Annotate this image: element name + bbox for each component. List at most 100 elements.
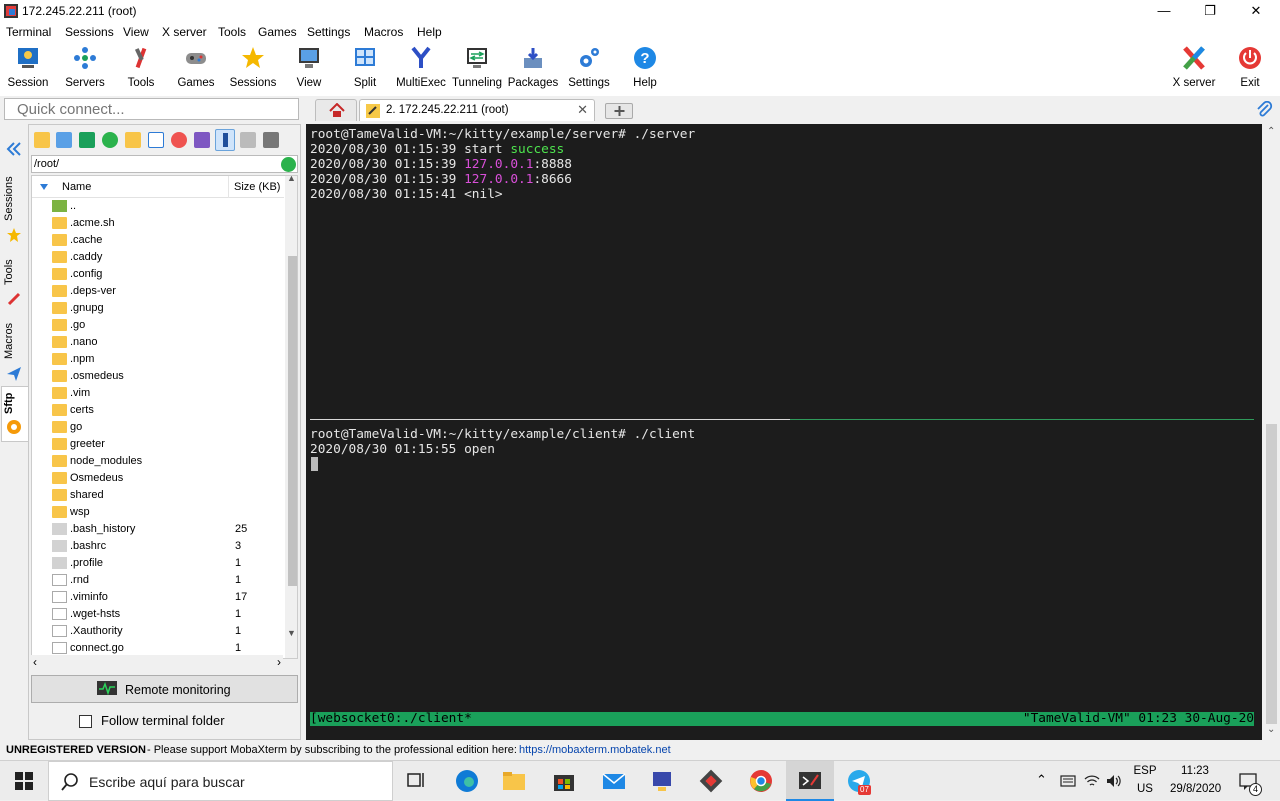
- file-row[interactable]: .profile 1: [32, 555, 284, 572]
- check-icon[interactable]: [281, 157, 296, 172]
- side-tab-tools[interactable]: Tools: [3, 254, 27, 290]
- upload-icon[interactable]: [79, 132, 95, 148]
- mobaxterm-task-active[interactable]: [786, 761, 834, 801]
- chrome-icon[interactable]: [749, 769, 773, 793]
- menu-view[interactable]: View: [123, 25, 149, 39]
- session-button[interactable]: Session: [0, 42, 56, 96]
- windows-start-icon[interactable]: [15, 772, 33, 790]
- new-folder-icon[interactable]: [125, 132, 141, 148]
- taskbar-search[interactable]: Escribe aquí para buscar: [48, 761, 393, 801]
- remote-monitoring-button[interactable]: Remote monitoring: [31, 675, 298, 703]
- tools-button[interactable]: Tools: [113, 42, 169, 96]
- menu-games[interactable]: Games: [258, 25, 297, 39]
- quick-connect-input[interactable]: [5, 99, 298, 119]
- maximize-button[interactable]: ❐: [1187, 0, 1233, 22]
- servers-button[interactable]: Servers: [57, 42, 113, 96]
- file-list-scrollbar[interactable]: ▲ ▼: [285, 176, 297, 658]
- sessions-button[interactable]: Sessions: [225, 42, 281, 96]
- menu-tools[interactable]: Tools: [218, 25, 246, 39]
- terminal-scrollbar[interactable]: ⌃ ⌄: [1263, 124, 1280, 740]
- file-row[interactable]: .caddy: [32, 249, 284, 266]
- scroll-right-icon[interactable]: ›: [277, 655, 281, 669]
- language-indicator[interactable]: ESP US: [1133, 765, 1157, 795]
- file-row[interactable]: greeter: [32, 436, 284, 453]
- tunneling-button[interactable]: Tunneling: [449, 42, 505, 96]
- menu-help[interactable]: Help: [417, 25, 442, 39]
- follow-checkbox[interactable]: [79, 715, 92, 728]
- minimize-button[interactable]: —: [1141, 0, 1187, 22]
- file-row[interactable]: go: [32, 419, 284, 436]
- file-row[interactable]: certs: [32, 402, 284, 419]
- file-row[interactable]: .vim: [32, 385, 284, 402]
- home-tab[interactable]: [315, 99, 357, 121]
- file-row[interactable]: node_modules: [32, 453, 284, 470]
- terminal-icon[interactable]: [263, 132, 279, 148]
- file-explorer-icon[interactable]: [502, 769, 526, 793]
- scroll-thumb[interactable]: [288, 256, 297, 586]
- scroll-up-icon[interactable]: ⌃: [1267, 126, 1275, 137]
- column-size[interactable]: Size (KB): [234, 181, 280, 193]
- file-row[interactable]: .gnupg: [32, 300, 284, 317]
- scroll-down-icon[interactable]: ⌄: [1267, 724, 1275, 735]
- exit-button[interactable]: Exit: [1222, 42, 1278, 96]
- file-row[interactable]: .wget-hsts 1: [32, 606, 284, 623]
- refresh-icon[interactable]: [102, 132, 118, 148]
- terminal-scroll-thumb[interactable]: [1266, 424, 1277, 724]
- games-button[interactable]: Games: [168, 42, 224, 96]
- new-file-icon[interactable]: [148, 132, 164, 148]
- session-tab[interactable]: 2. 172.245.22.211 (root) ✕: [359, 99, 595, 121]
- file-row[interactable]: .bashrc 3: [32, 538, 284, 555]
- scroll-left-icon[interactable]: ‹: [33, 655, 37, 669]
- file-row[interactable]: .acme.sh: [32, 215, 284, 232]
- xserver-button[interactable]: X server: [1166, 42, 1222, 96]
- chevron-up-icon[interactable]: ⌃: [1036, 772, 1047, 788]
- scroll-down-icon[interactable]: ▼: [287, 628, 296, 638]
- scroll-up-icon[interactable]: ▲: [287, 176, 296, 183]
- rename-icon[interactable]: [194, 132, 210, 148]
- side-tab-macros[interactable]: Macros: [3, 320, 27, 362]
- terminal[interactable]: root@TameValid-VM:~/kitty/example/server…: [306, 124, 1262, 740]
- download-icon[interactable]: [56, 132, 72, 148]
- menu-macros[interactable]: Macros: [364, 25, 403, 39]
- packages-button[interactable]: Packages: [505, 42, 561, 96]
- permissions-icon[interactable]: [240, 132, 256, 148]
- file-row[interactable]: .Xauthority 1: [32, 623, 284, 640]
- parent-folder-icon[interactable]: [34, 132, 50, 148]
- file-row[interactable]: .nano: [32, 334, 284, 351]
- help-button[interactable]: ? Help: [617, 42, 673, 96]
- path-field[interactable]: /root/: [31, 155, 298, 173]
- new-tab-button[interactable]: [605, 103, 633, 119]
- split-button[interactable]: Split: [337, 42, 393, 96]
- view-button[interactable]: View: [281, 42, 337, 96]
- multiexec-button[interactable]: MultiExec: [393, 42, 449, 96]
- file-row[interactable]: .viminfo 17: [32, 589, 284, 606]
- file-row[interactable]: .rnd 1: [32, 572, 284, 589]
- settings-button[interactable]: Settings: [561, 42, 617, 96]
- mobaxterm-link[interactable]: https://mobaxterm.mobatek.net: [519, 744, 671, 756]
- file-row[interactable]: Osmedeus: [32, 470, 284, 487]
- delete-icon[interactable]: [171, 132, 187, 148]
- file-row[interactable]: .go: [32, 317, 284, 334]
- horizontal-scrollbar[interactable]: ‹ ›: [31, 655, 283, 671]
- file-row[interactable]: .deps-ver: [32, 283, 284, 300]
- close-tab-icon[interactable]: ✕: [577, 102, 588, 118]
- file-row[interactable]: .config: [32, 266, 284, 283]
- close-button[interactable]: ✕: [1233, 0, 1279, 22]
- network-app-icon[interactable]: [650, 769, 674, 793]
- menu-terminal[interactable]: Terminal: [6, 25, 51, 39]
- file-row[interactable]: ..: [32, 198, 284, 215]
- file-row[interactable]: shared: [32, 487, 284, 504]
- file-row[interactable]: .cache: [32, 232, 284, 249]
- store-icon[interactable]: [552, 769, 576, 793]
- clock[interactable]: 11:23 29/8/2020: [1170, 765, 1221, 795]
- collapse-icon[interactable]: [6, 141, 22, 157]
- file-row[interactable]: .npm: [32, 351, 284, 368]
- file-row[interactable]: .osmedeus: [32, 368, 284, 385]
- wifi-icon[interactable]: [1084, 774, 1100, 788]
- file-row[interactable]: wsp: [32, 504, 284, 521]
- edge-icon[interactable]: [455, 769, 479, 793]
- attach-icon[interactable]: [1255, 101, 1273, 119]
- mail-icon[interactable]: [602, 769, 626, 793]
- git-icon[interactable]: [699, 769, 723, 793]
- side-tab-sessions[interactable]: Sessions: [3, 174, 27, 224]
